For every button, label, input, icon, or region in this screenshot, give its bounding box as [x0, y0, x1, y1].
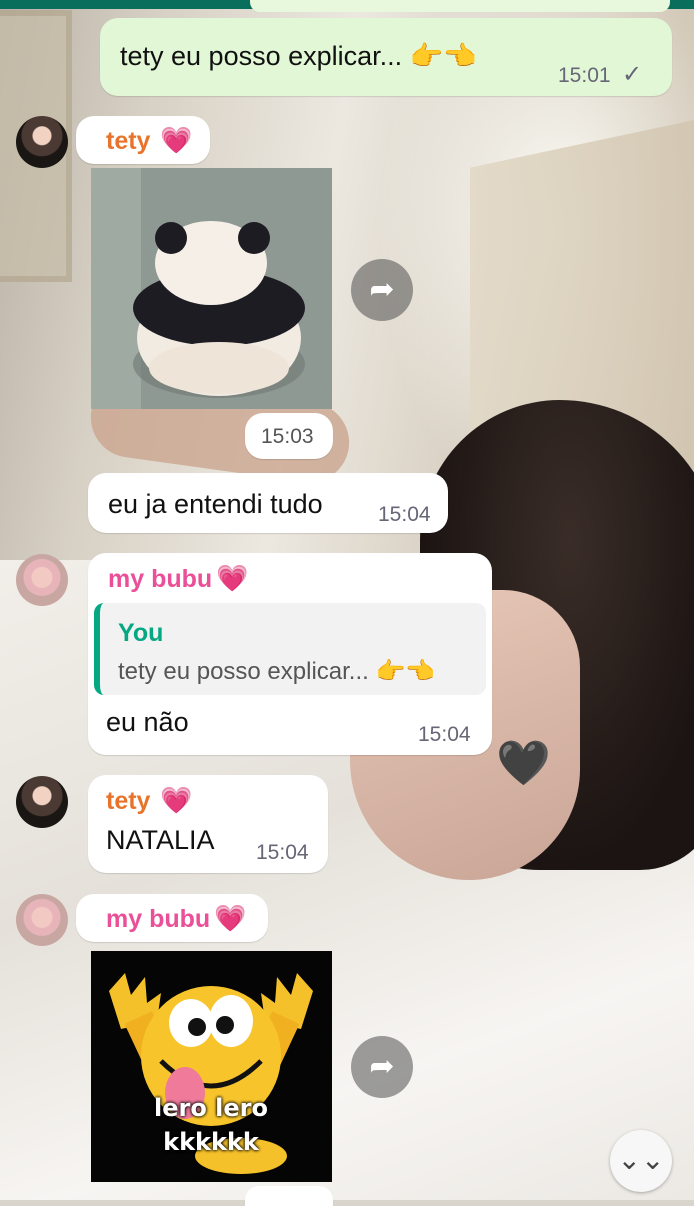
share-arrow-icon[interactable]: ➦ — [351, 259, 413, 321]
message-time: 15:03 — [261, 425, 314, 448]
sticker-caption: lero lero kkkkkk — [153, 1094, 268, 1156]
avatar-tety[interactable] — [16, 776, 68, 828]
sender-name-bubble: my bubu 💗 — [76, 894, 268, 942]
message-text: NATALIA — [106, 825, 215, 855]
message-time: 15:04 — [256, 841, 309, 864]
sticker-time-bubble: 15:03 — [245, 413, 333, 459]
next-time-bubble-edge — [245, 1186, 333, 1206]
message-bubble-incoming[interactable]: tety 💗 NATALIA 15:04 — [88, 775, 328, 873]
quoted-message[interactable]: You tety eu posso explicar... 👉👈 — [94, 603, 486, 695]
check-icon: ✓ — [622, 61, 643, 88]
panda-sticker[interactable] — [91, 168, 332, 409]
message-text: eu ja entendi tudo — [108, 489, 323, 519]
avatar-tety[interactable] — [16, 116, 68, 168]
sender-name: tety — [106, 787, 151, 815]
sender-name: tety — [106, 127, 151, 155]
message-text: eu não — [106, 707, 189, 737]
share-arrow-icon[interactable]: ➦ — [351, 1036, 413, 1098]
pink-heart-emoji: 💗 — [216, 563, 249, 593]
message-bubble-reply[interactable]: my bubu 💗 You tety eu posso explicar... … — [88, 553, 492, 755]
avatar-my-bubu[interactable] — [16, 554, 68, 606]
quote-author: You — [118, 619, 164, 647]
quote-text: tety eu posso explicar... 👉👈 — [118, 658, 436, 685]
sender-name-bubble: tety 💗 — [76, 116, 210, 164]
message-time: 15:01 — [558, 64, 611, 87]
black-heart-decoration: 🖤 — [496, 739, 551, 788]
double-chevron-down-icon[interactable]: ⌄⌄ — [610, 1130, 672, 1192]
previous-message-edge[interactable] — [250, 0, 670, 12]
avatar-my-bubu[interactable] — [16, 894, 68, 946]
sender-name: my bubu — [106, 905, 211, 933]
pink-heart-emoji: 💗 — [214, 903, 247, 933]
sender-name: my bubu — [108, 565, 213, 593]
pink-heart-emoji: 💗 — [160, 125, 193, 155]
message-text: tety eu posso explicar... 👉👈 — [120, 41, 477, 71]
message-bubble-incoming[interactable]: eu ja entendi tudo 15:04 — [88, 473, 448, 533]
panda-illustration — [91, 168, 332, 409]
lero-lero-sticker[interactable]: lero lero kkkkkk — [91, 951, 332, 1182]
message-time: 15:04 — [378, 503, 431, 526]
message-bubble-outgoing[interactable]: tety eu posso explicar... 👉👈 15:01 ✓ — [100, 18, 672, 96]
pink-heart-emoji: 💗 — [160, 785, 193, 815]
message-time: 15:04 — [418, 723, 471, 746]
